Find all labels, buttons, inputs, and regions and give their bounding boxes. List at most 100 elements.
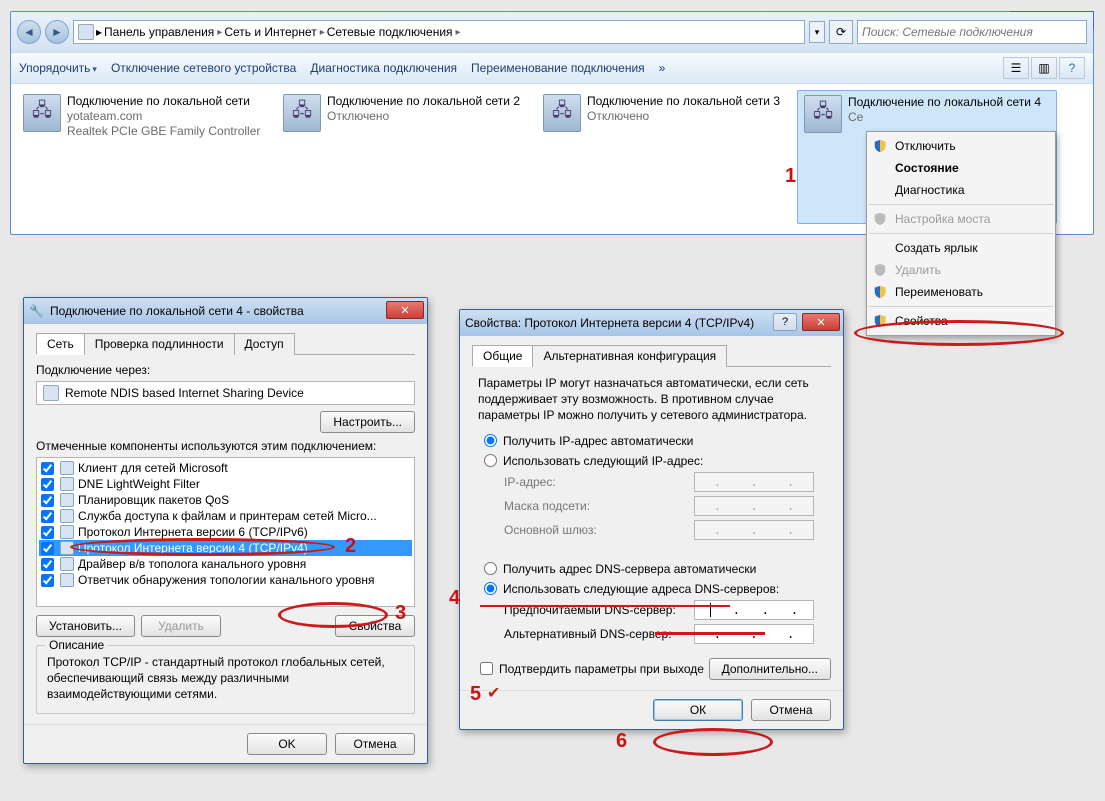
checkbox[interactable] [41,526,54,539]
breadcrumb-drop[interactable]: ▾ [809,21,825,43]
wrench-icon: 🔧 [29,304,44,318]
computer-icon [78,24,94,40]
annotation-5: 5 [470,683,481,706]
ip-group: Получить IP-адрес автоматически Использо… [472,434,831,540]
search-input[interactable] [862,25,1082,39]
tb-organize[interactable]: Упорядочить▾ [19,61,97,75]
cancel-button[interactable]: Отмена [751,699,831,721]
tab-general[interactable]: Общие [472,345,533,367]
component-icon [60,509,74,523]
nav-bar: ◄ ► ▸ Панель управления▸ Сеть и Интернет… [11,12,1093,52]
annotation-4: 4 [449,587,460,610]
remove-button: Удалить [141,615,221,637]
radio[interactable] [484,434,497,447]
component-icon [60,541,74,555]
annotation-ellipse-ok [653,728,773,756]
connection-item-1[interactable]: 🖧 Подключение по локальной сети yotateam… [17,90,277,224]
component-icon [60,557,74,571]
title-bar[interactable]: Свойства: Протокол Интернета версии 4 (T… [460,310,843,336]
checkbox[interactable] [41,542,54,555]
view-mode-button[interactable]: ☰ [1003,57,1029,79]
checkbox[interactable] [41,558,54,571]
component-item[interactable]: Ответчик обнаружения топологии канальног… [39,572,412,588]
component-item[interactable]: Драйвер в/в тополога канального уровня [39,556,412,572]
radio-ip-manual[interactable]: Использовать следующий IP-адрес: [484,454,827,468]
connection-item-2[interactable]: 🖧 Подключение по локальной сети 2 Отключ… [277,90,537,224]
component-item[interactable]: Клиент для сетей Microsoft [39,460,412,476]
confirm-checkbox-row[interactable]: Подтвердить параметры при выходе [480,662,704,676]
context-menu: Отключить Состояние Диагностика Настройк… [866,131,1056,336]
back-button[interactable]: ◄ [17,20,41,44]
radio[interactable] [484,454,497,467]
radio-dns-manual[interactable]: Использовать следующие адреса DNS-сервер… [484,582,827,596]
tb-overflow[interactable]: » [659,61,666,75]
component-item[interactable]: DNE LightWeight Filter [39,476,412,492]
component-item[interactable]: Служба доступа к файлам и принтерам сете… [39,508,412,524]
radio[interactable] [484,562,497,575]
conn-sub1: Се [848,110,1041,125]
tb-disable[interactable]: Отключение сетевого устройства [111,61,296,75]
connect-via-label: Подключение через: [36,363,415,377]
shield-icon [873,263,887,277]
description-label: Описание [45,638,108,652]
forward-button[interactable]: ► [45,20,69,44]
shield-icon [873,314,887,328]
radio-dns-auto[interactable]: Получить адрес DNS-сервера автоматически [484,562,827,576]
ok-button[interactable]: ОК [653,699,743,721]
adapter-box: Remote NDIS based Internet Sharing Devic… [36,381,415,405]
crumb-2[interactable]: Сеть и Интернет [224,25,316,39]
dns1-input[interactable]: ... [694,600,814,620]
dialog-title: Подключение по локальной сети 4 - свойст… [50,304,304,318]
configure-button[interactable]: Настроить... [320,411,415,433]
tb-diagnose[interactable]: Диагностика подключения [310,61,457,75]
checkbox[interactable] [41,494,54,507]
component-icon [60,573,74,587]
ctx-properties[interactable]: Свойства [867,310,1055,332]
ctx-disable[interactable]: Отключить [867,135,1055,157]
ctx-status[interactable]: Состояние [867,157,1055,179]
tb-rename[interactable]: Переименование подключения [471,61,645,75]
tab-access[interactable]: Доступ [234,333,295,355]
network-icon: 🖧 [804,95,842,133]
ctx-rename[interactable]: Переименовать [867,281,1055,303]
toolbar: Упорядочить▾ Отключение сетевого устройс… [11,52,1093,84]
tab-auth[interactable]: Проверка подлинности [84,333,235,355]
preview-pane-button[interactable]: ▥ [1031,57,1057,79]
checkbox[interactable] [41,510,54,523]
ctx-shortcut[interactable]: Создать ярлык [867,237,1055,259]
conn-title: Подключение по локальной сети 4 [848,95,1041,110]
tabs: Сеть Проверка подлинности Доступ [36,332,415,355]
adapter-icon [43,385,59,401]
close-button[interactable]: ✕ [802,313,840,331]
checkbox[interactable] [41,574,54,587]
help-button[interactable]: ? [773,313,797,331]
ctx-bridge: Настройка моста [867,208,1055,230]
confirm-checkbox[interactable] [480,662,493,675]
search-box[interactable] [857,20,1087,44]
ctx-separator [869,306,1053,307]
refresh-button[interactable]: ⟳ [829,20,853,44]
crumb-1[interactable]: Панель управления [104,25,214,39]
conn-sub1: Отключено [327,109,520,124]
advanced-button[interactable]: Дополнительно... [709,658,831,680]
help-button[interactable]: ? [1059,57,1085,79]
install-button[interactable]: Установить... [36,615,135,637]
checkbox[interactable] [41,478,54,491]
ok-button[interactable]: OK [247,733,327,755]
checkbox[interactable] [41,462,54,475]
close-button[interactable]: ✕ [386,301,424,319]
tab-alt[interactable]: Альтернативная конфигурация [532,345,727,367]
annotation-underline-dns-radio [480,605,730,607]
radio-ip-auto[interactable]: Получить IP-адрес автоматически [484,434,827,448]
cancel-button[interactable]: Отмена [335,733,415,755]
title-bar[interactable]: 🔧 Подключение по локальной сети 4 - свой… [24,298,427,324]
ctx-diagnose[interactable]: Диагностика [867,179,1055,201]
description-text: Протокол TCP/IP - стандартный протокол г… [47,654,404,703]
breadcrumb[interactable]: ▸ Панель управления▸ Сеть и Интернет▸ Се… [73,20,805,44]
tab-network[interactable]: Сеть [36,333,85,355]
crumb-3[interactable]: Сетевые подключения [327,25,453,39]
components-list[interactable]: Клиент для сетей Microsoft DNE LightWeig… [36,457,415,607]
connection-item-3[interactable]: 🖧 Подключение по локальной сети 3 Отключ… [537,90,797,224]
component-item[interactable]: Планировщик пакетов QoS [39,492,412,508]
radio[interactable] [484,582,497,595]
